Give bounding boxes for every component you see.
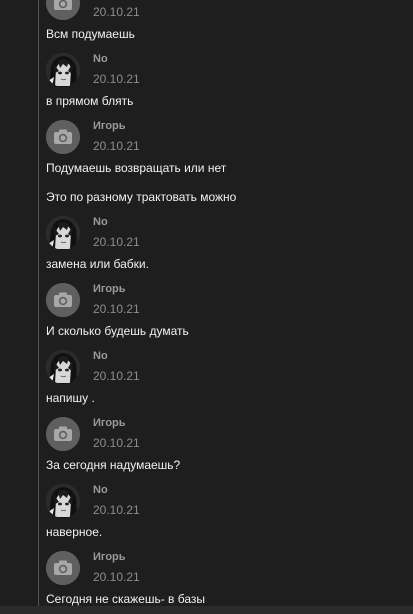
user-avatar[interactable] <box>46 350 80 384</box>
author-name[interactable]: Игорь <box>93 120 126 133</box>
message-header: No 20.10.21 <box>46 53 406 93</box>
message-date: 20.10.21 <box>93 503 140 517</box>
message-text: в прямом блять <box>46 94 134 108</box>
message-header: 20.10.21 <box>46 0 406 26</box>
message-date: 20.10.21 <box>93 369 140 383</box>
message-header: Игорь 20.10.21 <box>46 417 406 457</box>
message-text: замена или бабки. <box>46 257 149 271</box>
thread-divider-line <box>38 0 39 606</box>
author-name[interactable]: No <box>93 350 108 363</box>
user-avatar[interactable] <box>46 484 80 518</box>
bottom-bar <box>0 606 413 614</box>
camera-icon[interactable] <box>46 551 80 585</box>
message-date: 20.10.21 <box>93 570 140 584</box>
author-name[interactable]: Игорь <box>93 283 126 296</box>
message-header: Игорь 20.10.21 <box>46 551 406 591</box>
message-text: И сколько будешь думать <box>46 324 189 338</box>
message-header: Игорь 20.10.21 <box>46 120 406 160</box>
message-header: No 20.10.21 <box>46 216 406 256</box>
message-text: напишу . <box>46 391 95 405</box>
user-avatar[interactable] <box>46 216 80 250</box>
message-date: 20.10.21 <box>93 302 140 316</box>
author-name[interactable]: No <box>93 216 108 229</box>
author-name[interactable]: Игорь <box>93 551 126 564</box>
message-date: 20.10.21 <box>93 436 140 450</box>
message-header: No 20.10.21 <box>46 484 406 524</box>
author-name[interactable]: Игорь <box>93 417 126 430</box>
camera-icon[interactable] <box>46 0 80 20</box>
message-date: 20.10.21 <box>93 139 140 153</box>
camera-icon[interactable] <box>46 283 80 317</box>
message-date: 20.10.21 <box>93 72 140 86</box>
author-name[interactable]: No <box>93 484 108 497</box>
message-text: наверное. <box>46 525 103 539</box>
message-text: Это по разному трактовать можно <box>46 190 237 204</box>
message-header: No 20.10.21 <box>46 350 406 390</box>
camera-icon[interactable] <box>46 120 80 154</box>
user-avatar[interactable] <box>46 53 80 87</box>
chat-thread-view: 20.10.21 Всм подумаешь No 20.10.21 в прямом … <box>0 0 413 614</box>
message-header: Игорь 20.10.21 <box>46 283 406 323</box>
message-text: За сегодня надумаешь? <box>46 458 181 472</box>
message-date: 20.10.21 <box>93 5 140 19</box>
message-text: Сегодня не скажешь- в базы <box>46 592 206 606</box>
message-text: Подумаешь возвращать или нет <box>46 161 227 175</box>
message-text: Всм подумаешь <box>46 27 135 41</box>
message-date: 20.10.21 <box>93 235 140 249</box>
camera-icon[interactable] <box>46 417 80 451</box>
author-name[interactable]: No <box>93 53 108 66</box>
